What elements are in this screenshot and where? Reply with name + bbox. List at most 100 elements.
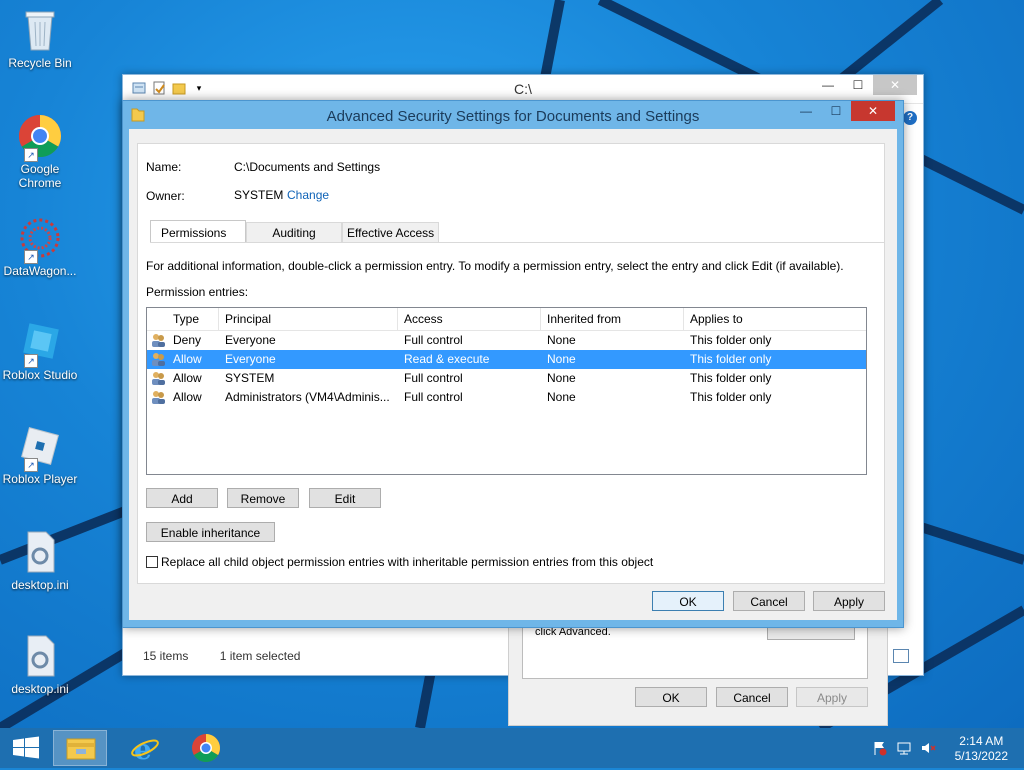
desktop-icon-label: Recycle Bin bbox=[8, 56, 72, 70]
cell-applies-to: This folder only bbox=[690, 371, 772, 385]
taskbar-google-chrome[interactable] bbox=[179, 730, 233, 766]
close-button[interactable]: ✕ bbox=[873, 75, 917, 95]
maximize-button[interactable]: ☐ bbox=[843, 75, 873, 95]
column-header-inherited-from[interactable]: Inherited from bbox=[541, 308, 684, 330]
svg-text:e: e bbox=[134, 733, 152, 766]
tab-bar: Permissions Auditing Effective Access bbox=[150, 220, 440, 244]
taskbar: e 2:14 AM 5/13/2022 bbox=[0, 728, 1024, 768]
desktop-icon-label: desktop.ini bbox=[11, 682, 69, 696]
desktop-icon-desktop-ini-1[interactable]: desktop.ini bbox=[0, 528, 80, 592]
properties-cancel-button[interactable]: Cancel bbox=[716, 687, 788, 707]
replace-child-permissions-label[interactable]: Replace all child object permission entr… bbox=[161, 555, 653, 569]
desktop-icon-recycle-bin[interactable]: Recycle Bin bbox=[0, 6, 80, 70]
owner-value: SYSTEM bbox=[234, 188, 284, 202]
apply-button[interactable]: Apply bbox=[813, 591, 885, 611]
desktop-icon-label: Roblox Player bbox=[2, 472, 78, 486]
list-header: Type Principal Access Inherited from App… bbox=[147, 308, 866, 331]
users-icon bbox=[147, 350, 169, 369]
tab-auditing[interactable]: Auditing bbox=[246, 222, 342, 243]
table-row[interactable]: Deny Everyone Full control None This fol… bbox=[147, 331, 866, 350]
explorer-title: C:\ bbox=[514, 81, 532, 97]
shortcut-arrow-icon: ↗ bbox=[24, 250, 38, 264]
tab-effective-access[interactable]: Effective Access bbox=[342, 222, 440, 243]
help-icon[interactable]: ? bbox=[903, 111, 917, 125]
cell-applies-to: This folder only bbox=[690, 333, 772, 347]
cell-principal: SYSTEM bbox=[225, 371, 275, 385]
cell-applies-to: This folder only bbox=[690, 390, 772, 404]
cell-inherited-from: None bbox=[547, 390, 576, 404]
taskbar-file-explorer[interactable] bbox=[53, 730, 107, 766]
desktop-icon-datawagon[interactable]: ↗ DataWagon... bbox=[0, 214, 80, 278]
enable-inheritance-button[interactable]: Enable inheritance bbox=[146, 522, 275, 542]
internet-explorer-icon: e bbox=[131, 733, 159, 766]
advanced-security-dialog[interactable]: Advanced Security Settings for Documents… bbox=[122, 100, 904, 628]
desktop-icon-roblox-studio[interactable]: ↗ Roblox Studio bbox=[0, 318, 80, 382]
shortcut-arrow-icon: ↗ bbox=[24, 458, 38, 472]
replace-child-permissions-checkbox[interactable] bbox=[146, 556, 158, 568]
settings-file-icon bbox=[16, 632, 64, 680]
cell-access: Full control bbox=[404, 371, 463, 385]
explorer-window-controls: — ☐ ✕ bbox=[813, 75, 917, 95]
shortcut-arrow-icon: ↗ bbox=[24, 148, 38, 162]
column-header-access[interactable]: Access bbox=[398, 308, 541, 330]
volume-muted-icon[interactable] bbox=[920, 740, 936, 759]
users-icon bbox=[147, 388, 169, 407]
dialog-title: Advanced Security Settings for Documents… bbox=[326, 108, 700, 125]
chrome-icon bbox=[192, 734, 220, 762]
cancel-button[interactable]: Cancel bbox=[733, 591, 805, 611]
column-header-type[interactable]: Type bbox=[169, 308, 219, 330]
cell-access: Full control bbox=[404, 333, 463, 347]
view-toggle-icon[interactable] bbox=[893, 649, 909, 663]
cell-type: Deny bbox=[173, 333, 202, 347]
roblox-player-icon: ↗ bbox=[16, 422, 64, 472]
settings-file-icon bbox=[16, 528, 64, 576]
desktop-icon-google-chrome[interactable]: ↗ Google Chrome bbox=[0, 112, 80, 190]
network-icon[interactable] bbox=[896, 740, 912, 759]
table-row[interactable]: Allow SYSTEM Full control None This fold… bbox=[147, 369, 866, 388]
permission-entries-list[interactable]: Type Principal Access Inherited from App… bbox=[146, 307, 867, 475]
add-button[interactable]: Add bbox=[146, 488, 218, 508]
maximize-button[interactable]: ☐ bbox=[821, 101, 851, 121]
dialog-window-controls: — ☐ ✕ bbox=[791, 101, 895, 121]
start-button[interactable] bbox=[0, 730, 54, 766]
dialog-titlebar[interactable]: Advanced Security Settings for Documents… bbox=[123, 101, 903, 129]
users-icon bbox=[147, 331, 169, 350]
tab-permissions[interactable]: Permissions bbox=[150, 220, 246, 243]
minimize-button[interactable]: — bbox=[813, 75, 843, 95]
cell-principal: Everyone bbox=[225, 333, 276, 347]
status-selection: 1 item selected bbox=[219, 649, 301, 663]
cell-inherited-from: None bbox=[547, 352, 576, 366]
windows-logo-icon bbox=[13, 736, 39, 759]
owner-label: Owner: bbox=[146, 189, 185, 203]
column-header-applies-to[interactable]: Applies to bbox=[684, 308, 864, 330]
clock-date: 5/13/2022 bbox=[954, 749, 1008, 763]
shortcut-arrow-icon: ↗ bbox=[24, 354, 38, 368]
cell-access: Read & execute bbox=[404, 352, 490, 366]
minimize-button[interactable]: — bbox=[791, 101, 821, 121]
info-text: For additional information, double-click… bbox=[146, 259, 844, 273]
desktop-icon-desktop-ini-2[interactable]: desktop.ini bbox=[0, 632, 80, 696]
close-button[interactable]: ✕ bbox=[851, 101, 895, 121]
file-explorer-icon bbox=[66, 738, 96, 760]
datawagon-icon: ↗ bbox=[16, 214, 64, 264]
tab-divider bbox=[150, 242, 884, 243]
table-row[interactable]: Allow Everyone Read & execute None This … bbox=[147, 350, 866, 369]
desktop-icon-roblox-player[interactable]: ↗ Roblox Player bbox=[0, 422, 80, 486]
cell-type: Allow bbox=[173, 371, 202, 385]
desktop-icon-label: desktop.ini bbox=[11, 578, 69, 592]
properties-apply-button[interactable]: Apply bbox=[796, 687, 868, 707]
ok-button[interactable]: OK bbox=[652, 591, 724, 611]
recycle-bin-icon bbox=[16, 6, 64, 54]
chrome-icon: ↗ bbox=[16, 112, 64, 162]
clock[interactable]: 2:14 AM 5/13/2022 bbox=[955, 734, 1008, 764]
remove-button[interactable]: Remove bbox=[227, 488, 299, 508]
cell-applies-to: This folder only bbox=[690, 352, 772, 366]
table-row[interactable]: Allow Administrators (VM4\Adminis... Ful… bbox=[147, 388, 866, 407]
column-header-principal[interactable]: Principal bbox=[219, 308, 398, 330]
properties-ok-button[interactable]: OK bbox=[635, 687, 707, 707]
action-center-flag-icon[interactable] bbox=[872, 740, 888, 759]
change-owner-link[interactable]: Change bbox=[287, 188, 329, 202]
edit-button[interactable]: Edit bbox=[309, 488, 381, 508]
taskbar-internet-explorer[interactable]: e bbox=[117, 730, 171, 766]
clock-time: 2:14 AM bbox=[959, 734, 1004, 748]
